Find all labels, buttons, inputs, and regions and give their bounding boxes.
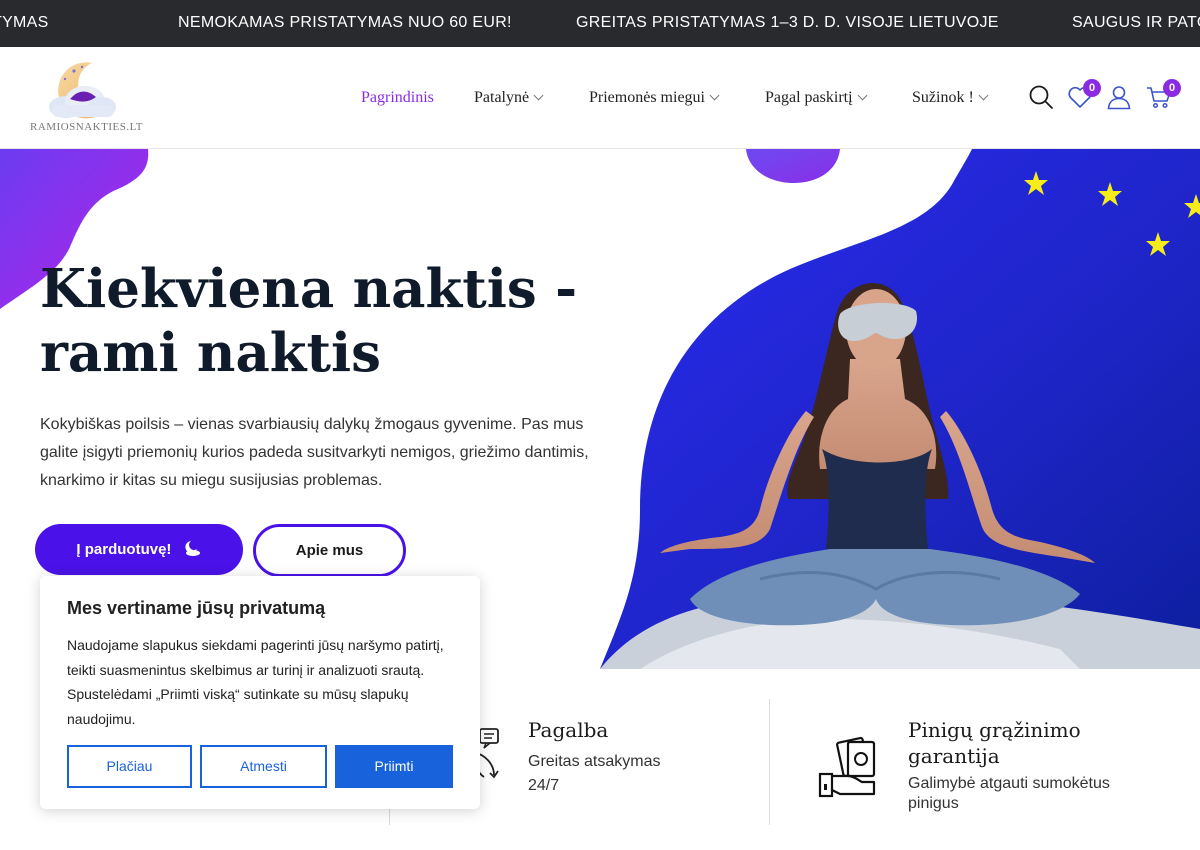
site-logo[interactable]: RAMIOSNAKTIES.LT xyxy=(30,59,144,141)
hero-title-line: rami naktis xyxy=(40,322,381,384)
nav-item-pagal-paskirti[interactable]: Pagal paskirtį xyxy=(765,89,867,107)
logo-wordmark: RAMIOSNAKTIES.LT xyxy=(30,121,144,133)
cart-button[interactable]: 0 xyxy=(1146,79,1181,110)
announcement-item: GREITAS PRISTATYMAS 1–3 D. D. VISOJE LIE… xyxy=(576,14,999,31)
wishlist-button[interactable]: 0 xyxy=(1067,79,1101,110)
wishlist-count-badge: 0 xyxy=(1083,79,1101,97)
announcement-item: NEMOKAMAS PRISTATYMAS NUO 60 EUR! xyxy=(178,14,512,31)
cookie-more-button[interactable]: Plačiau xyxy=(67,745,192,788)
decorative-blob xyxy=(746,149,840,183)
announcement-bar: TYMAS NEMOKAMAS PRISTATYMAS NUO 60 EUR! … xyxy=(0,0,1200,47)
chevron-down-icon xyxy=(533,90,544,101)
announcement-item: TYMAS xyxy=(0,14,49,31)
cookie-consent-banner: Mes vertiname jūsų privatumą Naudojame s… xyxy=(40,576,480,809)
nav-item-suzinok[interactable]: Sužinok ! xyxy=(912,89,989,107)
nav-item-priemones-miegui[interactable]: Priemonės miegui xyxy=(589,89,720,107)
moon-cloud-icon xyxy=(184,541,200,556)
nav-label: Priemonės miegui xyxy=(589,89,705,106)
search-icon[interactable] xyxy=(1028,84,1054,110)
nav-item-pagrindinis[interactable]: Pagrindinis xyxy=(361,89,434,107)
nav-label: Pagrindinis xyxy=(361,89,434,106)
chevron-down-icon xyxy=(709,90,720,101)
money-back-icon xyxy=(818,736,876,798)
feature-text: Galimybė atgauti sumokėtus pinigus xyxy=(908,775,1110,812)
about-button[interactable]: Apie mus xyxy=(253,524,406,577)
cookie-title: Mes vertiname jūsų privatumą xyxy=(67,598,326,618)
nav-label: Patalynė xyxy=(474,89,530,106)
cookie-accept-button[interactable]: Priimti xyxy=(335,745,453,788)
hero-description: Kokybiškas poilsis – vienas svarbiausių … xyxy=(40,416,589,489)
shop-button-label: Į parduotuvę! xyxy=(76,541,172,558)
cookie-text: Naudojame slapukus siekdami pagerinti jū… xyxy=(67,637,444,727)
announcement-item: SAUGUS IR PATO xyxy=(1072,14,1200,31)
shop-button[interactable]: Į parduotuvę! xyxy=(35,524,243,575)
cart-count-badge: 0 xyxy=(1163,79,1181,97)
divider xyxy=(769,699,770,825)
chevron-down-icon xyxy=(857,90,867,101)
moon-cloud-logo-icon xyxy=(49,62,116,119)
chevron-down-icon xyxy=(978,90,989,101)
feature-title: Pagalba xyxy=(528,718,609,742)
nav-item-patalyne[interactable]: Patalynė xyxy=(474,89,544,107)
user-icon[interactable] xyxy=(1106,84,1132,110)
cookie-reject-button[interactable]: Atmesti xyxy=(200,745,327,788)
nav-label: Pagal paskirtį xyxy=(765,89,853,106)
hero-title-line: Kiekviena naktis - xyxy=(40,258,578,320)
site-header: RAMIOSNAKTIES.LT Pagrindinis Patalynė Pr… xyxy=(0,47,1200,149)
feature-text: Greitas atsakymas 24/7 xyxy=(528,753,661,794)
nav-label: Sužinok ! xyxy=(912,89,974,106)
feature-title: Pinigų grąžinimo garantija xyxy=(908,718,1081,768)
hero-title: Kiekviena naktis - rami naktis xyxy=(40,257,600,385)
